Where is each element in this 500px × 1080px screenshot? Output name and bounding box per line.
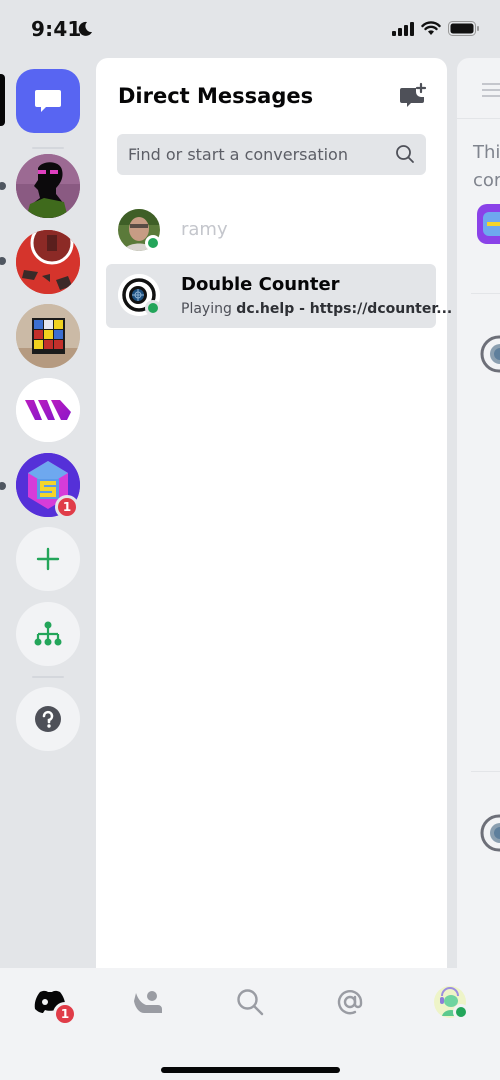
tab-search[interactable]: [230, 984, 270, 1020]
explore-servers-button[interactable]: [16, 602, 80, 666]
dm-name: ramy: [181, 219, 228, 240]
online-status-icon: [145, 300, 161, 316]
server-icon[interactable]: [16, 378, 80, 442]
battery-icon: [448, 21, 479, 36]
activity-prefix: Playing: [181, 301, 237, 317]
unread-indicator: [0, 182, 6, 190]
search-input[interactable]: Find or start a conversation: [117, 134, 426, 175]
friends-icon: [134, 991, 162, 1013]
divider: [471, 771, 500, 772]
mention-badge: 1: [55, 495, 79, 519]
help-button[interactable]: [16, 687, 80, 751]
selected-indicator: [0, 74, 5, 126]
status-bar: 9:41: [0, 0, 500, 58]
search-placeholder: Find or start a conversation: [128, 145, 348, 164]
home-indicator: [161, 1067, 340, 1073]
rail-separator: [32, 147, 64, 149]
page-title: Direct Messages: [118, 84, 314, 108]
dm-activity: Playing dc.help - https://dcounter...: [181, 301, 452, 317]
cellular-signal-icon: [392, 21, 414, 36]
direct-messages-panel: Direct Messages Find or start a conversa…: [96, 58, 452, 968]
bot-avatar-icon: [480, 335, 500, 373]
wifi-icon: [421, 21, 441, 35]
at-icon: [337, 990, 363, 1015]
peek-text-line: cor: [473, 170, 500, 191]
divider: [457, 118, 500, 119]
discord-home-screen: 9:41 1 Direct Messages Find or start a c…: [0, 0, 500, 1080]
unread-indicator: [0, 257, 6, 265]
server-rail: 1: [0, 58, 96, 968]
server-preview-icon: [477, 204, 500, 244]
server-avatar-rubiks-cube: [16, 304, 80, 368]
moon-icon: [78, 21, 92, 36]
server-icon[interactable]: [16, 304, 80, 368]
server-icon[interactable]: [16, 154, 80, 218]
activity-game: dc.help - https://dcounter...: [236, 301, 453, 317]
chat-bubble-icon: [35, 90, 61, 112]
chat-peek-panel[interactable]: Thi cor: [457, 58, 500, 968]
question-icon: [35, 706, 61, 732]
server-avatar-silhouette: [16, 154, 80, 218]
plus-icon: [36, 547, 60, 571]
unread-indicator: [0, 482, 6, 490]
dm-name: Double Counter: [181, 274, 340, 295]
search-icon: [237, 989, 264, 1016]
unread-badge: 1: [53, 1002, 77, 1026]
add-server-button[interactable]: [16, 527, 80, 591]
new-message-icon[interactable]: [399, 82, 427, 110]
bottom-tab-bar: 1: [0, 968, 500, 1080]
direct-messages-button[interactable]: [16, 69, 80, 133]
server-avatar-red: [16, 230, 80, 294]
peek-text-line: Thi: [473, 142, 500, 163]
hamburger-icon[interactable]: [481, 82, 500, 98]
status-time: 9:41: [31, 17, 82, 41]
online-status-icon: [145, 235, 161, 251]
divider: [471, 293, 500, 294]
rail-separator: [32, 676, 64, 678]
server-icon[interactable]: [16, 230, 80, 294]
online-status-icon: [453, 1004, 469, 1020]
bot-avatar-icon: [480, 814, 500, 852]
hierarchy-icon: [34, 621, 62, 646]
search-icon: [396, 145, 414, 163]
dm-list-item[interactable]: ramy: [106, 199, 436, 263]
dm-list-item[interactable]: Double Counter Playing dc.help - https:/…: [106, 264, 452, 328]
status-icons: [392, 21, 480, 36]
mention-count: 1: [62, 500, 72, 514]
server-avatar-w-logo: [16, 378, 80, 442]
unread-count: 1: [60, 1007, 70, 1021]
tab-mentions[interactable]: [330, 984, 370, 1020]
tab-friends[interactable]: [128, 984, 168, 1020]
